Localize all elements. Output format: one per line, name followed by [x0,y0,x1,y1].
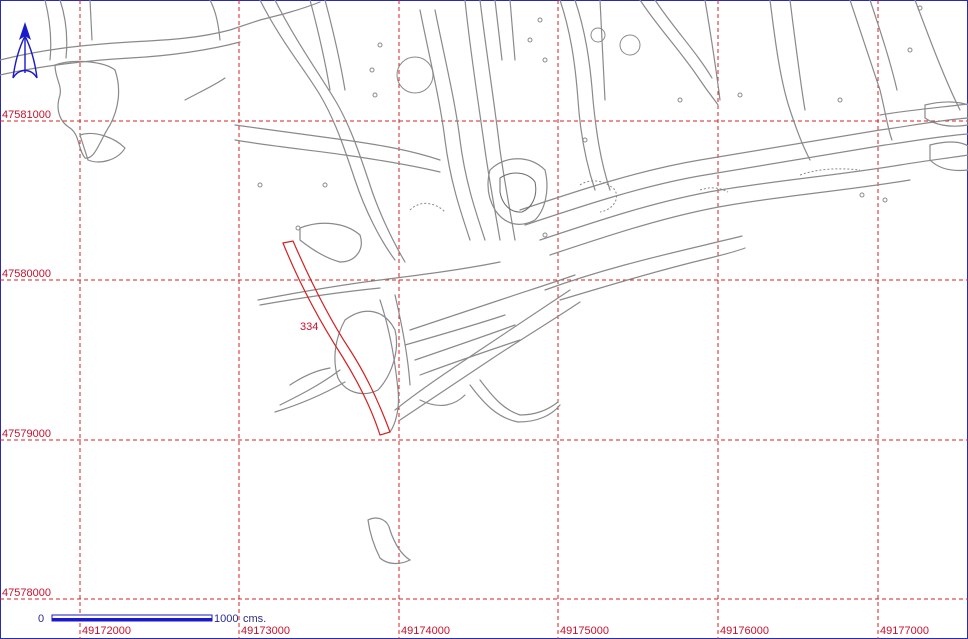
passage [479,0,516,241]
x-label-1: 49172000 [82,625,131,637]
feature-dot [619,34,641,56]
passage [289,367,331,386]
passage [394,289,571,411]
passage [559,0,596,191]
passage [789,0,806,111]
feature-dot [257,182,263,188]
scale-end-label: 1000 [214,613,238,625]
x-label-3: 49174000 [401,625,450,637]
passage [639,0,719,106]
passage-detail [579,180,617,213]
map-frame [0,0,968,639]
y-label-4: 47578000 [2,587,51,599]
north-arrow-icon [12,22,38,79]
passage [469,384,561,423]
passage [184,77,226,101]
feature-dot [369,67,375,73]
feature-dot [396,56,434,94]
feature-dot [377,42,383,48]
highlighted-passage-334[interactable]: 334 [282,240,391,436]
chamber [367,517,412,565]
feature-dot [582,137,588,143]
chamber [487,158,548,225]
map-canvas[interactable]: 334 47581000 47580000 47579000 47578000 … [0,0,968,639]
passage [769,0,811,161]
feature-dot [527,37,533,43]
feature-dot [590,27,606,43]
passage [559,247,746,301]
passage [654,0,713,79]
scale-unit-label: cms. [243,613,266,625]
passage [549,179,911,256]
feature-dot [737,92,743,98]
highlight-outline[interactable] [282,240,391,436]
passage [879,103,968,116]
passage-detail [409,203,446,213]
passage [509,0,516,61]
passage [419,339,521,376]
passage [494,0,503,61]
chamber [54,60,120,159]
feature-dot [837,97,843,103]
passage [599,0,606,101]
passage [89,0,93,41]
y-label-1: 47581000 [2,109,51,121]
chamber-detail [499,172,537,213]
feature-dot [882,197,888,203]
feature-dot [907,47,913,53]
passage [394,294,411,386]
x-label-2: 49173000 [241,625,290,637]
feature-dot [859,192,865,198]
y-label-3: 47579000 [2,428,51,440]
scale-bar-fill [52,618,212,621]
feature-dot [677,97,683,103]
feature-dot [322,182,328,188]
cave-survey-features [0,0,968,565]
highlight-label: 334 [300,321,318,333]
x-label-6: 49177000 [880,625,929,637]
feature-dot [372,92,378,98]
feature-dot [542,57,548,63]
y-label-2: 47580000 [2,268,51,280]
passage [257,261,501,301]
passage [419,9,471,241]
passage [59,0,68,59]
passage [849,0,893,141]
passage [464,0,501,241]
passage [0,1,321,61]
feature-dot [537,17,543,23]
grid-lines [0,0,968,639]
passage [544,235,743,291]
y-axis-labels: 47581000 47580000 47579000 47578000 [2,109,51,599]
chamber [299,222,362,263]
passage [274,381,346,413]
passage [419,394,466,407]
scale-bar: 0 1000 cms. [38,613,266,625]
passage [414,324,516,361]
scale-start-label: 0 [38,613,44,625]
x-axis-labels: 49172000 49173000 49174000 49175000 4917… [82,625,929,637]
passage [274,0,406,263]
passage [914,0,961,111]
passage [234,139,441,173]
passage [869,0,898,91]
feature-dot [542,232,548,238]
x-label-4: 49175000 [560,625,609,637]
passage [404,314,506,346]
passage [259,0,396,261]
x-label-5: 49176000 [720,625,769,637]
